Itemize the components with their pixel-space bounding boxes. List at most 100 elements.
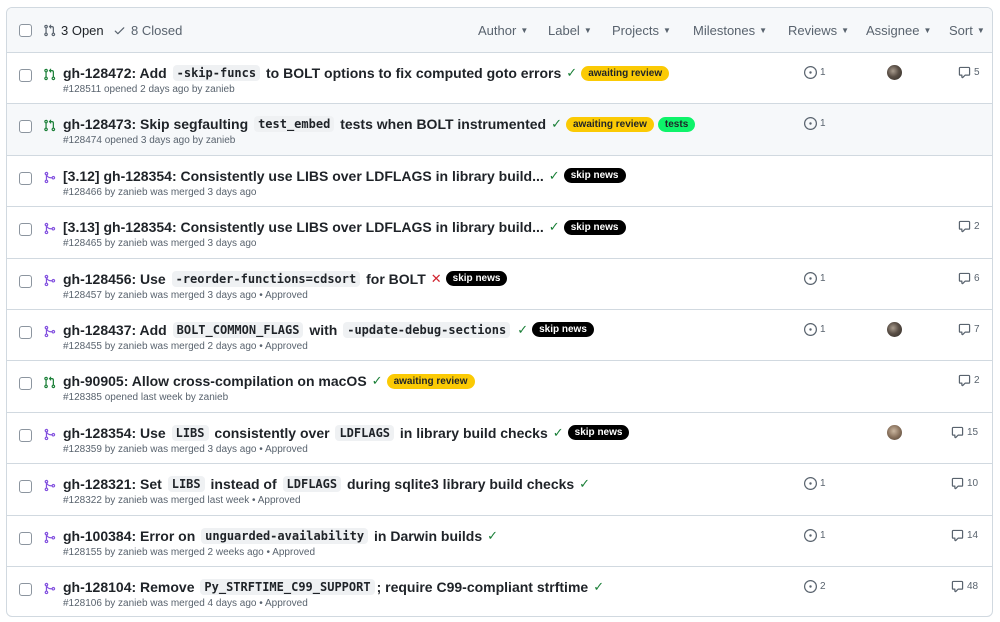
review-count[interactable]: 2 (804, 579, 826, 593)
pull-request-title[interactable]: gh-128456: Use -reorder-functions=cdsort… (63, 270, 508, 287)
projects-filter-label: Projects (612, 23, 659, 38)
label-badge[interactable]: tests (657, 116, 696, 132)
comment-count[interactable]: 5 (958, 66, 980, 79)
label-badge[interactable]: awaiting review (565, 116, 654, 132)
title-text: [3.13] gh-128354: Consistently use LIBS … (63, 219, 544, 236)
pull-request-title[interactable]: gh-128104: Remove Py_STRFTIME_C99_SUPPOR… (63, 578, 604, 595)
select-all-checkbox[interactable] (19, 24, 32, 37)
row-checkbox[interactable] (19, 69, 32, 82)
pull-request-icon (44, 24, 56, 37)
checks-passed-icon[interactable]: ✓ (549, 168, 560, 184)
pull-request-row[interactable]: gh-128456: Use -reorder-functions=cdsort… (7, 259, 992, 310)
pull-request-row[interactable]: gh-128472: Add -skip-funcs to BOLT optio… (7, 53, 992, 105)
label-badge[interactable]: awaiting review (386, 373, 475, 389)
checks-passed-icon[interactable]: ✓ (579, 476, 590, 492)
review-count[interactable]: 1 (804, 528, 826, 542)
title-text: in library build checks (396, 424, 548, 441)
checks-passed-icon[interactable]: ✓ (517, 322, 528, 338)
milestones-filter[interactable]: Milestones ▼ (693, 23, 767, 38)
comment-icon (951, 477, 964, 490)
pull-request-meta: #128359 by zanieb was merged 3 days ago … (63, 443, 308, 455)
label-badge[interactable]: skip news (532, 322, 594, 338)
comment-count[interactable]: 2 (958, 220, 980, 233)
pull-request-row[interactable]: gh-90905: Allow cross-compilation on mac… (7, 361, 992, 413)
comment-count-value: 6 (974, 272, 980, 284)
label-badge[interactable]: skip news (445, 271, 508, 287)
author-filter-label: Author (478, 23, 517, 38)
row-checkbox[interactable] (19, 325, 32, 339)
row-checkbox[interactable] (19, 223, 32, 237)
author-filter[interactable]: Author ▼ (478, 23, 528, 38)
checks-passed-icon[interactable]: ✓ (553, 425, 564, 441)
pull-request-list: 3 Open 8 Closed Author ▼ Label ▼ Projects ▼… (6, 7, 993, 617)
pull-request-title[interactable]: gh-128354: Use LIBS consistently over LD… (63, 424, 630, 441)
row-checkbox[interactable] (19, 171, 32, 185)
pull-request-title[interactable]: gh-128321: Set LIBS instead of LDFLAGS d… (63, 476, 590, 493)
row-checkbox[interactable] (19, 428, 32, 442)
review-count[interactable]: 1 (804, 66, 826, 79)
assignee-avatar[interactable] (887, 424, 902, 440)
caret-down-icon: ▼ (662, 26, 671, 35)
title-text: in Darwin builds (370, 527, 483, 544)
pull-request-title[interactable]: gh-128437: Add BOLT_COMMON_FLAGS with -u… (63, 321, 594, 338)
checks-passed-icon[interactable]: ✓ (593, 579, 604, 595)
checks-failed-icon[interactable]: ✕ (431, 271, 442, 287)
code-span: -reorder-functions=cdsort (171, 270, 361, 287)
check-icon (114, 27, 125, 35)
sort-filter[interactable]: Sort ▼ (949, 23, 985, 38)
review-count[interactable]: 1 (804, 322, 826, 336)
pull-request-title[interactable]: [3.12] gh-128354: Consistently use LIBS … (63, 168, 626, 184)
pull-request-title[interactable]: gh-100384: Error on unguarded-availabili… (63, 527, 498, 544)
comment-count[interactable]: 2 (958, 374, 980, 387)
review-count[interactable]: 1 (804, 271, 826, 285)
assignee-avatar[interactable] (887, 321, 902, 337)
pull-request-row[interactable]: [3.13] gh-128354: Consistently use LIBS … (7, 207, 992, 259)
reviews-filter[interactable]: Reviews ▼ (788, 23, 849, 38)
row-checkbox[interactable] (19, 480, 32, 494)
checks-passed-icon[interactable]: ✓ (551, 116, 562, 132)
closed-filter[interactable]: 8 Closed (113, 23, 182, 38)
pull-request-title[interactable]: [3.13] gh-128354: Consistently use LIBS … (63, 219, 626, 235)
open-filter[interactable]: 3 Open (43, 23, 104, 38)
label-badge[interactable]: skip news (563, 168, 626, 184)
pull-request-row[interactable]: [3.12] gh-128354: Consistently use LIBS … (7, 156, 992, 208)
pull-request-row[interactable]: gh-100384: Error on unguarded-availabili… (7, 516, 992, 567)
row-checkbox[interactable] (19, 120, 32, 134)
comment-count[interactable]: 48 (951, 580, 978, 593)
comment-count[interactable]: 10 (951, 477, 978, 490)
comment-count[interactable]: 6 (958, 272, 980, 285)
pull-request-row[interactable]: gh-128104: Remove Py_STRFTIME_C99_SUPPOR… (7, 567, 992, 616)
row-checkbox[interactable] (19, 377, 32, 391)
checks-passed-icon[interactable]: ✓ (549, 219, 560, 235)
review-count[interactable]: 1 (804, 477, 826, 491)
review-count[interactable]: 1 (804, 117, 826, 131)
checks-passed-icon[interactable]: ✓ (372, 373, 383, 389)
label-filter[interactable]: Label ▼ (548, 23, 592, 38)
checks-passed-icon[interactable]: ✓ (487, 528, 498, 544)
caret-down-icon: ▼ (520, 26, 529, 35)
pull-request-row[interactable]: gh-128354: Use LIBS consistently over LD… (7, 413, 992, 465)
pull-request-title[interactable]: gh-90905: Allow cross-compilation on mac… (63, 373, 475, 389)
pull-request-row[interactable]: gh-128473: Skip segfaulting test_embed t… (7, 104, 992, 156)
assignee-filter[interactable]: Assignee ▼ (866, 23, 931, 38)
label-badge[interactable]: skip news (563, 219, 626, 235)
code-span: BOLT_COMMON_FLAGS (172, 321, 304, 338)
label-badge[interactable]: skip news (567, 425, 630, 441)
checks-passed-icon[interactable]: ✓ (566, 65, 577, 81)
comment-count[interactable]: 15 (951, 426, 978, 439)
row-checkbox[interactable] (19, 274, 32, 288)
merged-pull-request-icon (44, 479, 56, 492)
pull-request-title[interactable]: gh-128472: Add -skip-funcs to BOLT optio… (63, 65, 670, 81)
comment-count[interactable]: 7 (958, 323, 980, 336)
review-count-value: 1 (820, 323, 826, 335)
row-checkbox[interactable] (19, 582, 32, 596)
merged-pull-request-icon (44, 428, 56, 440)
pull-request-row[interactable]: gh-128321: Set LIBS instead of LDFLAGS d… (7, 464, 992, 516)
label-badge[interactable]: awaiting review (581, 65, 670, 81)
pull-request-title[interactable]: gh-128473: Skip segfaulting test_embed t… (63, 116, 696, 133)
pull-request-row[interactable]: gh-128437: Add BOLT_COMMON_FLAGS with -u… (7, 310, 992, 362)
row-checkbox[interactable] (19, 531, 32, 545)
comment-count[interactable]: 14 (951, 529, 978, 542)
assignee-avatar[interactable] (887, 65, 902, 80)
projects-filter[interactable]: Projects ▼ (612, 23, 671, 38)
